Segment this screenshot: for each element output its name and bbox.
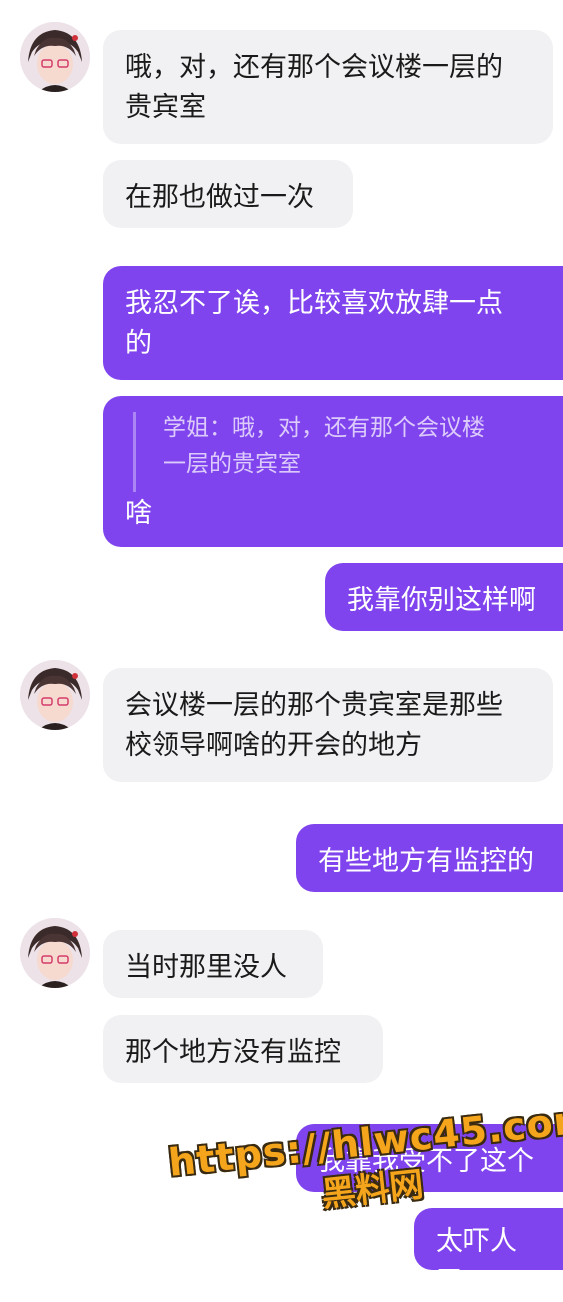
reply-text: 啥 xyxy=(125,498,152,529)
avatar[interactable] xyxy=(20,918,90,988)
avatar-image xyxy=(20,660,90,730)
message-bubble-outgoing[interactable]: 我靠你别这样啊 xyxy=(325,563,563,631)
avatar-image xyxy=(20,918,90,988)
message-bubble-incoming[interactable]: 在那也做过一次 xyxy=(103,160,353,228)
message-bubble-outgoing[interactable]: 有些地方有监控的 xyxy=(296,824,563,892)
message-bubble-incoming[interactable]: 那个地方没有监控 xyxy=(103,1015,383,1083)
message-bubble-incoming[interactable]: 会议楼一层的那个贵宾室是那些 校领导啊啥的开会的地方 xyxy=(103,668,553,782)
quoted-message-text: 学姐：哦，对，还有那个会议楼 一层的贵宾室 xyxy=(163,415,485,477)
avatar[interactable] xyxy=(20,660,90,730)
message-bubble-incoming[interactable]: 当时那里没人 xyxy=(103,930,323,998)
message-bubble-outgoing[interactable]: 太吓人了 xyxy=(414,1208,563,1297)
message-bubble-incoming[interactable]: 哦，对，还有那个会议楼一层的 贵宾室 xyxy=(103,30,553,144)
avatar-image xyxy=(20,22,90,92)
quote-indicator xyxy=(133,412,136,492)
avatar[interactable] xyxy=(20,22,90,92)
quoted-reply-bubble[interactable]: 学姐：哦，对，还有那个会议楼 一层的贵宾室 啥 xyxy=(103,396,563,547)
message-bubble-outgoing[interactable]: 我忍不了诶，比较喜欢放肆一点 的 xyxy=(103,266,563,380)
message-bubble-outgoing[interactable]: 我靠我受不了这个 xyxy=(296,1124,563,1192)
